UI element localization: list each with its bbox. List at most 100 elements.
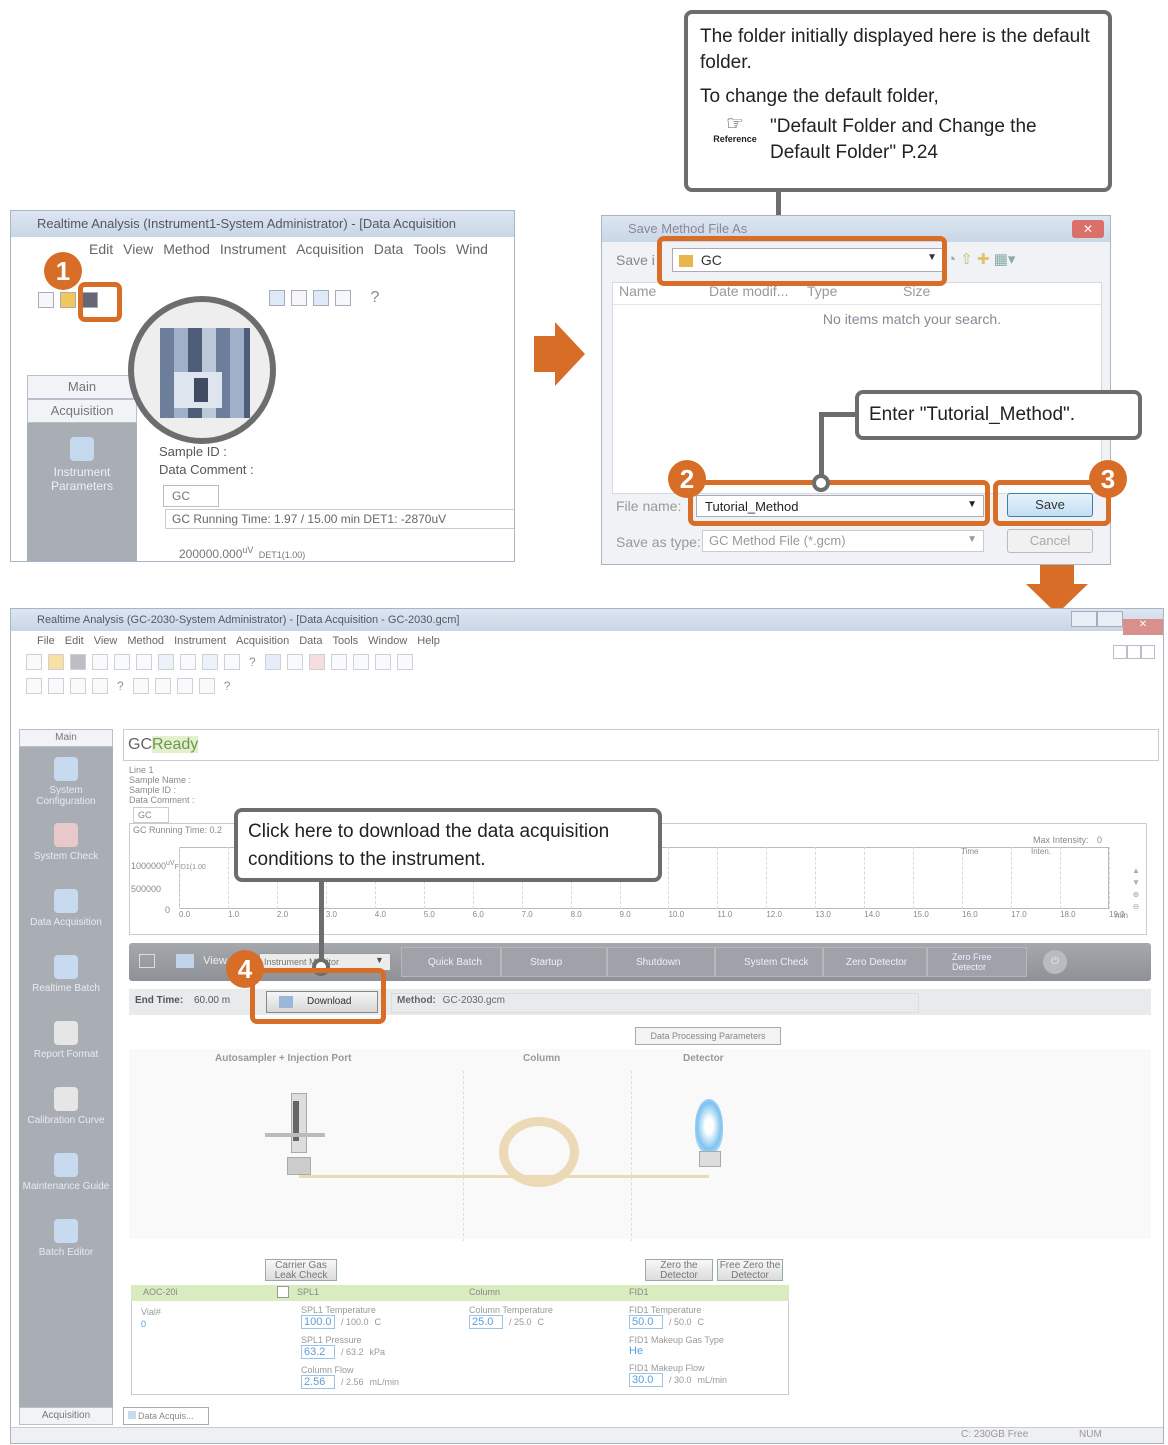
chevron-down-icon[interactable]: ▼ xyxy=(375,955,384,965)
tool-b-icon[interactable] xyxy=(48,677,64,694)
sidebar-item-batch-editor[interactable]: Batch Editor xyxy=(19,1219,113,1285)
sidebar-item-realtime-batch[interactable]: Realtime Batch xyxy=(19,955,113,1021)
new-folder-icon[interactable]: ✚ xyxy=(977,251,990,268)
main-gc-tab[interactable]: GC xyxy=(133,807,169,823)
copy-icon[interactable] xyxy=(136,653,152,670)
menu-window[interactable]: Wind xyxy=(456,241,488,257)
monitor-icon[interactable] xyxy=(264,653,281,670)
preview-icon[interactable] xyxy=(114,653,130,670)
chart-zoom-controls[interactable]: ▲ ▼ ⊕ ⊖ xyxy=(1131,865,1141,921)
carrier-gas-leak-check-button[interactable]: Carrier Gas Leak Check xyxy=(265,1259,337,1281)
minimize-button[interactable] xyxy=(1071,611,1097,627)
open-icon[interactable] xyxy=(48,653,64,670)
stop-icon[interactable] xyxy=(286,653,303,670)
maximize-button[interactable] xyxy=(1097,611,1123,627)
help-icon[interactable]: ? xyxy=(224,679,231,693)
tool-h-icon[interactable] xyxy=(198,677,215,694)
open-icon[interactable] xyxy=(60,291,76,308)
parameter-value[interactable]: 30.0 xyxy=(629,1373,663,1387)
free-zero-the-detector-button[interactable]: Free Zero the Detector xyxy=(717,1259,783,1281)
sidebar-item-maintenance-guide[interactable]: Maintenance Guide xyxy=(19,1153,113,1219)
sidebar-tab-acquisition[interactable]: Acquisition xyxy=(19,1407,113,1425)
parameter-value[interactable]: 100.0 xyxy=(301,1315,335,1329)
parameter-value[interactable]: 50.0 xyxy=(629,1315,663,1329)
menu-view[interactable]: View xyxy=(94,635,118,647)
data-processing-parameters-button[interactable]: Data Processing Parameters xyxy=(635,1027,781,1045)
parameter-value[interactable]: 2.56 xyxy=(301,1375,335,1389)
zero-free-detector-button[interactable]: Zero Free Detector xyxy=(927,947,1027,977)
data-acquisition-tab[interactable]: Data Acquis... xyxy=(123,1407,209,1425)
tool-d-icon[interactable] xyxy=(92,677,108,694)
menu-instrument[interactable]: Instrument xyxy=(220,241,286,257)
save-as-type-select[interactable]: GC Method File (*.gcm) ▼ xyxy=(702,530,984,552)
mdi-minimize-button[interactable] xyxy=(1113,645,1127,659)
dialog-close-button[interactable]: ✕ xyxy=(1072,220,1104,238)
cancel-button[interactable]: Cancel xyxy=(1007,529,1093,553)
new-icon[interactable] xyxy=(26,653,42,670)
chart-icon[interactable] xyxy=(202,653,218,670)
layout-icon[interactable] xyxy=(269,289,285,306)
close-button[interactable]: ✕ xyxy=(1123,619,1163,635)
record-icon[interactable] xyxy=(308,653,325,670)
new-file-icon[interactable] xyxy=(38,291,54,308)
gear-icon[interactable] xyxy=(330,653,347,670)
grid-icon[interactable] xyxy=(277,1286,289,1298)
search-icon[interactable] xyxy=(374,653,391,670)
sidebar-item-system-check[interactable]: System Check xyxy=(19,823,113,889)
layout-menu-icon[interactable] xyxy=(139,954,155,968)
sidebar-item-system-configuration[interactable]: System Configuration xyxy=(19,757,113,823)
menu-data[interactable]: Data xyxy=(374,241,404,257)
startup-button[interactable]: Startup xyxy=(501,947,607,977)
menu-acquisition[interactable]: Acquisition xyxy=(296,241,364,257)
up-folder-icon[interactable]: ⇧ xyxy=(960,251,973,268)
sidebar-tab-main[interactable]: Main xyxy=(19,729,113,747)
menu-edit[interactable]: Edit xyxy=(89,241,113,257)
parameter-value[interactable]: He xyxy=(629,1345,663,1357)
menu-window[interactable]: Window xyxy=(368,635,407,647)
parameter-value[interactable]: 25.0 xyxy=(469,1315,503,1329)
help-icon[interactable]: ? xyxy=(370,289,379,306)
views-icon[interactable]: ▦▾ xyxy=(994,251,1016,268)
help-icon[interactable]: ? xyxy=(249,655,256,669)
shutdown-button[interactable]: Shutdown xyxy=(607,947,715,977)
gear2-icon[interactable] xyxy=(352,653,369,670)
layout2-icon[interactable] xyxy=(291,289,307,306)
menu-method[interactable]: Method xyxy=(127,635,164,647)
menu-tools[interactable]: Tools xyxy=(332,635,358,647)
quick-batch-button[interactable]: Quick Batch xyxy=(401,947,501,977)
help-icon[interactable]: ? xyxy=(117,679,124,693)
tool-e-icon[interactable] xyxy=(132,677,149,694)
menu-acquisition[interactable]: Acquisition xyxy=(236,635,289,647)
tab-acquisition[interactable]: Acquisition xyxy=(27,399,137,423)
table-icon[interactable] xyxy=(335,289,351,306)
sidebar-item-calibration-curve[interactable]: Calibration Curve xyxy=(19,1087,113,1153)
chart-icon[interactable] xyxy=(313,289,329,306)
tool-c-icon[interactable] xyxy=(70,677,86,694)
system-check-button[interactable]: System Check xyxy=(715,947,823,977)
menu-file[interactable]: File xyxy=(37,635,55,647)
power-icon[interactable]: ⏻ xyxy=(1043,950,1067,974)
menu-help[interactable]: Help xyxy=(417,635,440,647)
back-icon[interactable]: ◔ xyxy=(947,251,956,268)
mdi-restore-button[interactable] xyxy=(1127,645,1141,659)
instrument-parameters-item[interactable]: Instrument Parameters xyxy=(27,437,137,493)
zero-detector-button[interactable]: Zero Detector xyxy=(823,947,927,977)
parameter-value[interactable]: 63.2 xyxy=(301,1345,335,1359)
menu-view[interactable]: View xyxy=(123,241,153,257)
table-icon[interactable] xyxy=(224,653,240,670)
menu-method[interactable]: Method xyxy=(163,241,210,257)
zero-the-detector-button[interactable]: Zero the Detector xyxy=(645,1259,713,1281)
print-icon[interactable] xyxy=(92,653,108,670)
wand-icon[interactable] xyxy=(396,653,413,670)
tool-a-icon[interactable] xyxy=(26,677,42,694)
sidebar-item-data-acquisition[interactable]: Data Acquisition xyxy=(19,889,113,955)
tool-g-icon[interactable] xyxy=(176,677,193,694)
menu-data[interactable]: Data xyxy=(299,635,322,647)
menu-tools[interactable]: Tools xyxy=(413,241,446,257)
tool-f-icon[interactable] xyxy=(154,677,171,694)
layout-icon[interactable] xyxy=(158,653,174,670)
mdi-close-button[interactable] xyxy=(1141,645,1155,659)
menu-instrument[interactable]: Instrument xyxy=(174,635,226,647)
tab-main[interactable]: Main xyxy=(27,375,137,399)
sidebar-item-report-format[interactable]: Report Format xyxy=(19,1021,113,1087)
